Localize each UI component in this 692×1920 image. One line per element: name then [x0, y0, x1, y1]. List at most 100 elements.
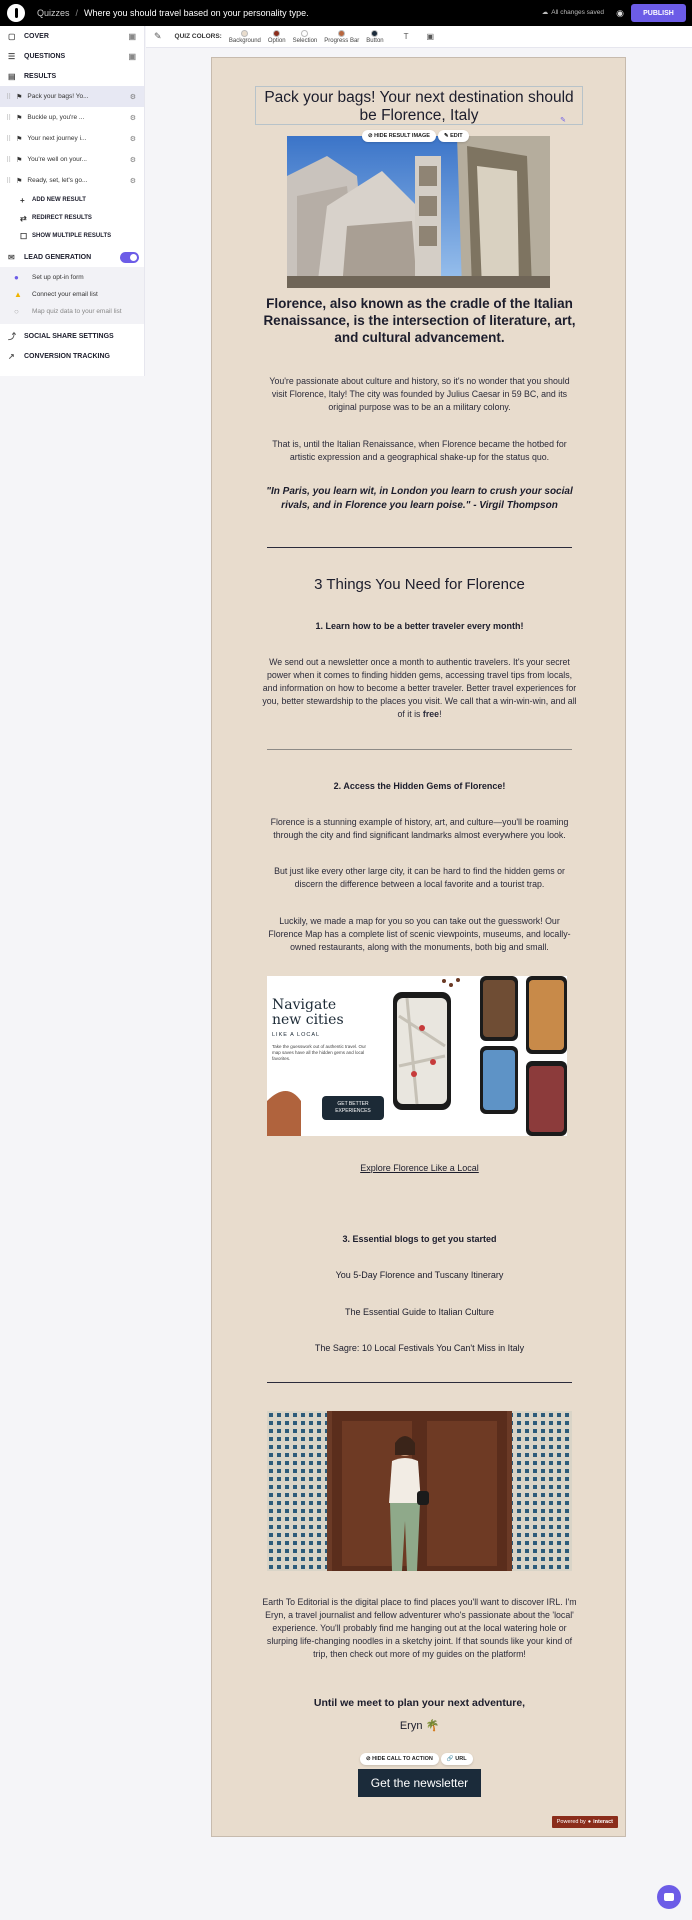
sidebar: ▢ COVER ▣ ☰ QUESTIONS ▣ ▤ RESULTS ⠿ ⚑ Pa…	[0, 26, 145, 376]
item-3-heading[interactable]: 3. Essential blogs to get you started	[252, 1234, 587, 1244]
interact-logo[interactable]	[7, 4, 25, 22]
magic-wand-icon[interactable]: ✎	[154, 31, 162, 42]
sidebar-item-questions[interactable]: ☰ QUESTIONS ▣	[0, 46, 144, 66]
lead-generation-panel: ● Set up opt-in form ▲ Connect your emai…	[0, 267, 144, 324]
gear-icon[interactable]: ⚙	[130, 156, 136, 164]
divider	[267, 547, 572, 548]
interact-logo-icon: ●	[587, 1819, 592, 1825]
hide-call-to-action-button[interactable]: ⊘ HIDE CALL TO ACTION	[360, 1753, 439, 1765]
cloud-icon: ☁	[541, 9, 549, 16]
blog-link-2[interactable]: The Essential Guide to Italian Culture	[252, 1307, 587, 1317]
result-title[interactable]: Pack your bags! Your next destination sh…	[255, 86, 583, 125]
sidebar-item-social-share[interactable]: ⤴ SOCIAL SHARE SETTINGS	[0, 326, 144, 346]
lead-item-map-data[interactable]: ○ Map quiz data to your email list	[0, 303, 144, 320]
item-1-text[interactable]: We send out a newsletter once a month to…	[262, 656, 577, 721]
divider	[267, 1382, 572, 1383]
blog-link-1[interactable]: You 5-Day Florence and Tuscany Itinerary	[252, 1270, 587, 1280]
result-item-4[interactable]: ⠿ ⚑ You're well on your... ⚙	[0, 149, 144, 170]
publish-button[interactable]: PUBLISH	[631, 4, 686, 22]
gear-icon[interactable]: ⚙	[130, 135, 136, 143]
lead-gen-icon: ✉	[8, 252, 15, 262]
signoff-text[interactable]: Until we meet to plan your next adventur…	[252, 1697, 587, 1709]
cover-icon: ▢	[8, 31, 16, 41]
sidebar-item-conversion-tracking[interactable]: ↗ CONVERSION TRACKING	[0, 346, 144, 366]
hide-result-image-button[interactable]: ⊘ HIDE RESULT IMAGE	[362, 130, 436, 142]
drag-handle-icon[interactable]: ⠿	[6, 156, 11, 164]
map-promo-image[interactable]: Navigate new cities LIKE A LOCAL Take th…	[267, 976, 567, 1136]
sidebar-item-cover[interactable]: ▢ COVER ▣	[0, 26, 144, 46]
gear-icon[interactable]: ⚙	[130, 93, 136, 101]
description-paragraph-1[interactable]: You're passionate about culture and hist…	[262, 375, 577, 414]
show-multiple-results-toggle[interactable]: ☐ SHOW MULTIPLE RESULTS	[0, 227, 144, 245]
lead-item-email-list[interactable]: ▲ Connect your email list	[0, 286, 144, 303]
blog-link-3[interactable]: The Sagre: 10 Local Festivals You Can't …	[252, 1343, 587, 1353]
editor-toolbar: ✎ QUIZ COLORS: Background Option Selecti…	[146, 26, 692, 48]
drag-handle-icon[interactable]: ⠿	[6, 135, 11, 143]
things-heading[interactable]: 3 Things You Need for Florence	[252, 576, 587, 593]
color-dot	[241, 29, 249, 37]
chat-support-button[interactable]	[657, 1885, 681, 1909]
checkbox-icon[interactable]: ☐	[20, 232, 32, 241]
drag-handle-icon[interactable]: ⠿	[6, 177, 11, 185]
swatch-selection[interactable]: Selection	[293, 29, 317, 44]
cta-url-button[interactable]: 🔗 URL	[440, 1753, 473, 1765]
quiz-title[interactable]: Where you should travel based on your pe…	[84, 8, 309, 18]
item-2-text-2[interactable]: But just like every other large city, it…	[262, 865, 577, 891]
swatch-button[interactable]: Button	[366, 29, 384, 44]
swatch-progress-bar[interactable]: Progress Bar	[324, 29, 359, 44]
author-bio[interactable]: Earth To Editorial is the digital place …	[262, 1596, 577, 1661]
result-item-2[interactable]: ⠿ ⚑ Buckle up, you're ... ⚙	[0, 107, 144, 128]
link-icon: 🔗	[446, 1756, 456, 1762]
preview-eye-icon[interactable]: ◉	[616, 8, 624, 19]
author-photo[interactable]	[267, 1411, 572, 1571]
swatch-option[interactable]: Option	[268, 29, 286, 44]
quizzes-breadcrumb[interactable]: Quizzes	[37, 8, 70, 18]
flag-icon: ⚑	[16, 93, 23, 101]
warning-icon: ▲	[14, 290, 22, 299]
swatch-background[interactable]: Background	[229, 29, 261, 44]
florence-cathedral-illustration	[287, 136, 550, 288]
results-icon: ▤	[8, 71, 16, 81]
lead-item-opt-in[interactable]: ● Set up opt-in form	[0, 269, 144, 286]
result-item-5[interactable]: ⠿ ⚑ Ready, set, let's go... ⚙	[0, 170, 144, 191]
gear-icon[interactable]: ⚙	[130, 114, 136, 122]
redirect-results-button[interactable]: ⇄ REDIRECT RESULTS	[0, 209, 144, 227]
get-newsletter-button[interactable]: Get the newsletter	[358, 1769, 481, 1797]
lead-generation-toggle[interactable]	[120, 252, 139, 263]
sidebar-item-results[interactable]: ▤ RESULTS	[0, 66, 144, 86]
item-2-heading[interactable]: 2. Access the Hidden Gems of Florence!	[252, 781, 587, 791]
image-controls: ⊘ HIDE RESULT IMAGE ✎ EDIT	[362, 130, 469, 142]
quote-text[interactable]: "In Paris, you learn wit, in London you …	[262, 485, 577, 512]
image-icon[interactable]: ▣	[427, 32, 435, 41]
powered-by-badge[interactable]: Powered by ● interact	[551, 1816, 618, 1828]
share-icon: ⤴	[8, 331, 16, 341]
explore-florence-link[interactable]: Explore Florence Like a Local	[252, 1163, 587, 1173]
flag-icon: ⚑	[16, 156, 23, 164]
expand-icon[interactable]: ▣	[128, 32, 136, 41]
signature-text[interactable]: Eryn 🌴	[252, 1719, 587, 1732]
edit-text-icon[interactable]: ✎	[560, 112, 566, 130]
gear-icon[interactable]: ⚙	[130, 177, 136, 185]
result-item-1[interactable]: ⠿ ⚑ Pack your bags! Yo... ⚙	[0, 86, 144, 107]
result-subtitle[interactable]: Florence, also known as the cradle of th…	[252, 295, 587, 346]
check-circle-icon: ●	[14, 273, 19, 282]
description-paragraph-2[interactable]: That is, until the Italian Renaissance, …	[262, 438, 577, 464]
expand-icon[interactable]: ▣	[128, 52, 136, 61]
add-new-result-button[interactable]: + ADD NEW RESULT	[0, 191, 144, 209]
font-icon[interactable]: T	[404, 32, 409, 41]
result-item-3[interactable]: ⠿ ⚑ Your next journey i... ⚙	[0, 128, 144, 149]
item-2-text-1[interactable]: Florence is a stunning example of histor…	[262, 816, 577, 842]
edit-image-button[interactable]: ✎ EDIT	[437, 130, 469, 142]
plus-icon: +	[20, 195, 25, 205]
cta-controls: ⊘ HIDE CALL TO ACTION 🔗 URL	[360, 1753, 473, 1765]
drag-handle-icon[interactable]: ⠿	[6, 114, 11, 122]
drag-handle-icon[interactable]: ⠿	[6, 93, 11, 101]
item-1-heading[interactable]: 1. Learn how to be a better traveler eve…	[252, 621, 587, 631]
item-2-text-3[interactable]: Luckily, we made a map for you so you ca…	[262, 915, 577, 954]
sidebar-item-lead-generation[interactable]: ✉ LEAD GENERATION	[0, 247, 144, 267]
promo-decoration	[267, 976, 567, 1136]
top-bar: Quizzes / Where you should travel based …	[0, 0, 692, 26]
color-dot	[371, 29, 379, 37]
quiz-colors-label: QUIZ COLORS:	[174, 33, 222, 40]
result-image[interactable]	[287, 136, 550, 288]
